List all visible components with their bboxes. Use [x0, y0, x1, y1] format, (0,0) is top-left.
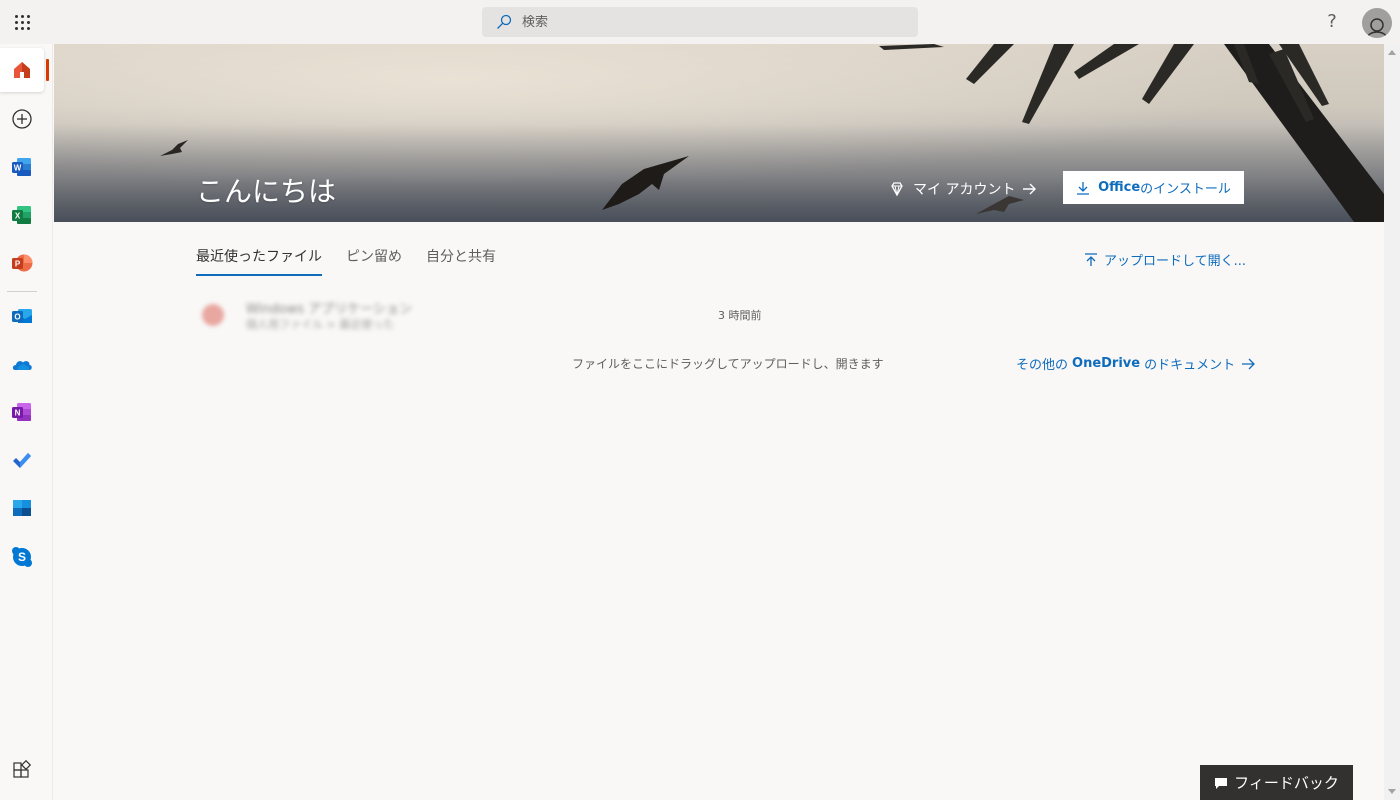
rail-item-outlook[interactable]: O	[0, 294, 44, 338]
install-office-brand: Office	[1098, 180, 1141, 195]
greeting-heading: こんにちは	[196, 175, 337, 208]
rail-divider	[7, 291, 37, 292]
rail-item-all-apps[interactable]	[0, 749, 44, 793]
rail-item-word[interactable]: W	[0, 145, 44, 189]
plus-circle-icon	[12, 109, 32, 129]
powerpoint-icon: P	[12, 254, 33, 272]
onedrive-link-suffix: のドキュメント	[1144, 358, 1236, 373]
rail-item-powerpoint[interactable]: P	[0, 241, 44, 285]
svg-text:O: O	[14, 313, 20, 322]
onedrive-icon	[12, 361, 32, 370]
comment-icon	[1215, 777, 1228, 789]
top-bar: ?	[0, 0, 1400, 44]
install-office-label: のインストール	[1140, 182, 1231, 197]
table-row[interactable]: Windows アプリケーション 個人用ファイル > 最近使った 3 時間前	[196, 296, 1246, 332]
app-rail: W X P O N S	[0, 44, 53, 800]
search-icon	[497, 14, 512, 29]
onedrive-link-brand: OneDrive	[1072, 356, 1141, 371]
download-icon	[1077, 181, 1090, 195]
upload-and-open-link[interactable]: アップロードして開く...	[1084, 250, 1246, 269]
upload-icon	[1085, 252, 1097, 266]
excel-icon: X	[12, 206, 31, 224]
rail-item-skype[interactable]: S	[0, 535, 44, 579]
home-icon	[14, 62, 30, 78]
onenote-icon: N	[12, 403, 31, 421]
person-icon	[1362, 8, 1392, 38]
drag-drop-hint: ファイルをここにドラッグしてアップロードし、開きます	[572, 357, 884, 371]
outlook-icon: O	[12, 309, 32, 323]
tab-pinned[interactable]: ピン留め	[346, 246, 402, 276]
word-icon: W	[12, 158, 31, 176]
upload-link-label: アップロードして開く...	[1104, 254, 1247, 269]
tab-shared[interactable]: 自分と共有	[426, 246, 496, 276]
diamond-icon	[891, 182, 903, 197]
avatar[interactable]	[1362, 8, 1392, 38]
svg-text:P: P	[15, 260, 21, 269]
file-modified-time: 3 時間前	[718, 309, 762, 322]
my-account-label: マイ アカウント	[913, 182, 1016, 198]
feedback-button[interactable]: フィードバック	[1200, 765, 1353, 800]
app-launcher-icon[interactable]	[10, 10, 34, 34]
rail-item-todo[interactable]	[0, 438, 44, 482]
search-box[interactable]	[482, 7, 918, 37]
todo-check-icon	[13, 453, 31, 468]
more-onedrive-docs-link[interactable]: その他の OneDrive のドキュメント	[1016, 354, 1256, 373]
scroll-down-icon[interactable]	[1388, 789, 1396, 794]
active-indicator	[46, 59, 49, 81]
tab-recent[interactable]: 最近使ったファイル	[196, 246, 322, 276]
rail-item-onedrive[interactable]	[0, 342, 44, 386]
arrow-right-icon	[1242, 358, 1256, 369]
page-scrollbar[interactable]	[1384, 44, 1400, 800]
file-tabs: 最近使ったファイル ピン留め 自分と共有	[196, 246, 520, 276]
rail-item-onenote[interactable]: N	[0, 390, 44, 434]
onedrive-link-prefix: その他の	[1016, 358, 1069, 373]
file-type-icon	[202, 304, 224, 326]
install-office-button[interactable]: Office のインストール	[1063, 171, 1244, 204]
file-name: Windows アプリケーション	[246, 302, 412, 317]
svg-text:N: N	[15, 409, 21, 418]
search-input[interactable]	[522, 14, 902, 30]
my-account-link[interactable]: マイ アカウント	[889, 178, 1037, 200]
feedback-label: フィードバック	[1234, 774, 1339, 792]
skype-icon: S	[12, 547, 32, 567]
rail-item-excel[interactable]: X	[0, 193, 44, 237]
help-icon[interactable]: ?	[1322, 10, 1342, 34]
tiles-icon	[13, 500, 31, 516]
file-path: 個人用ファイル > 最近使った	[246, 318, 395, 331]
rail-item-home[interactable]	[0, 48, 44, 92]
arrow-right-icon	[1023, 183, 1037, 195]
rail-item-create[interactable]	[0, 97, 44, 141]
hero-banner: こんにちは マイ アカウント Office のインストール	[54, 44, 1384, 222]
scroll-up-icon[interactable]	[1388, 50, 1396, 55]
svg-text:X: X	[15, 212, 21, 221]
rail-item-planner[interactable]	[0, 486, 44, 530]
all-apps-icon	[13, 760, 32, 778]
svg-text:W: W	[14, 164, 22, 173]
svg-text:S: S	[18, 550, 26, 564]
